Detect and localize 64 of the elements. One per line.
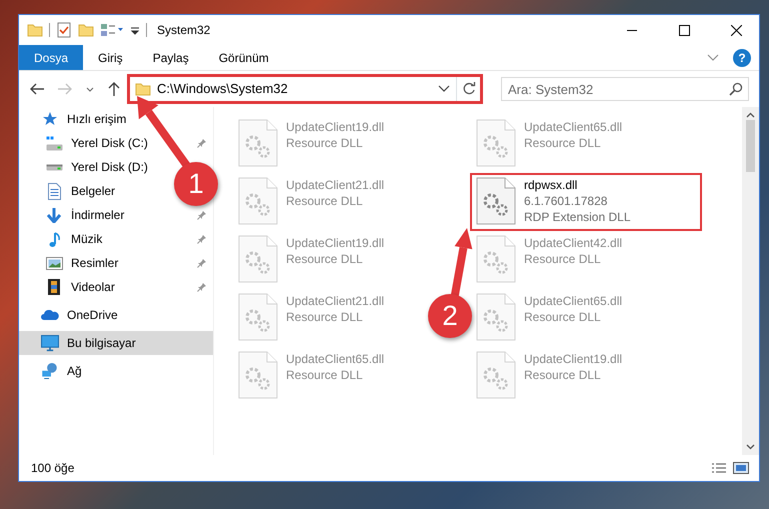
drive-icon (46, 136, 62, 150)
sidebar-item[interactable]: Hızlı erişim (19, 107, 132, 131)
star-icon (41, 111, 59, 127)
sidebar-item[interactable]: Yerel Disk (D:) (19, 155, 154, 179)
film-icon (48, 279, 60, 295)
file-detail: Resource DLL (286, 193, 364, 209)
sidebar-item[interactable]: Resimler (19, 251, 213, 275)
window-title: System32 (157, 22, 210, 39)
maximize-icon[interactable] (678, 24, 690, 36)
sidebar-item[interactable]: Belgeler (19, 179, 122, 203)
checklist-icon[interactable] (56, 22, 72, 38)
file-detail: Resource DLL (524, 367, 602, 383)
drive-icon (46, 164, 62, 170)
sidebar-item[interactable]: Bu bilgisayar (19, 331, 213, 355)
file-detail: Resource DLL (286, 135, 364, 151)
ribbon-tab[interactable]: Giriş (83, 45, 138, 70)
large-icons-view-icon[interactable] (733, 462, 749, 474)
caret-icon[interactable] (86, 86, 94, 92)
customize-dropdown-icon[interactable] (130, 25, 140, 35)
sidebar-item[interactable]: OneDrive (19, 303, 124, 327)
dll-file-icon (476, 177, 516, 225)
scroll-down-icon[interactable] (746, 444, 755, 450)
sidebar-item[interactable]: Videolar (19, 275, 213, 299)
scroll-up-icon[interactable] (746, 112, 755, 118)
file-detail: 6.1.7601.17828 (524, 193, 608, 209)
sidebar-item[interactable]: Yerel Disk (C:) (19, 131, 213, 155)
highlighted-file-item[interactable]: rdpwsx.dll 6.1.7601.17828 RDP Extension DLL (472, 175, 700, 229)
dropdown-icon[interactable] (438, 85, 450, 93)
address-path: C:\Windows\System32 (157, 80, 289, 98)
file-detail: Resource DLL (524, 309, 602, 325)
file-menu-button[interactable]: Dosya (19, 45, 84, 70)
up-arrow-icon[interactable] (108, 82, 120, 96)
file-detail: Resource DLL (524, 135, 602, 151)
file-detail: Resource DLL (524, 251, 602, 267)
folder-icon (135, 81, 151, 97)
monitor-icon (41, 334, 59, 352)
address-bar[interactable]: C:\Windows\System32 (129, 76, 481, 102)
details-view-icon[interactable] (711, 462, 727, 474)
file-detail: Resource DLL (286, 251, 364, 267)
cloud-icon (41, 310, 59, 320)
download-icon (46, 207, 62, 223)
item-count: 100 öğe (31, 460, 76, 477)
file-detail: RDP Extension DLL (524, 209, 630, 225)
search-field[interactable]: Ara: System32 (501, 77, 749, 101)
vertical-scrollbar[interactable] (742, 107, 759, 455)
close-icon[interactable] (730, 24, 742, 36)
sidebar-item[interactable]: İndirmeler (19, 203, 213, 227)
file-name: rdpwsx.dll (524, 177, 578, 193)
help-icon[interactable]: ? (733, 48, 751, 66)
ribbon-tab[interactable]: Görünüm (204, 45, 284, 70)
view-options-icon[interactable] (100, 22, 124, 38)
document-icon (48, 182, 60, 200)
expand-ribbon-icon[interactable] (707, 54, 719, 62)
back-arrow-icon[interactable] (30, 83, 44, 95)
network-icon (42, 363, 58, 379)
picture-icon (46, 256, 62, 270)
ribbon-tab[interactable]: Paylaş (138, 45, 204, 70)
file-detail: Resource DLL (286, 309, 364, 325)
sidebar-item[interactable]: Müzik (19, 227, 213, 251)
sidebar-item[interactable]: Ağ (19, 359, 88, 383)
refresh-icon[interactable] (462, 82, 476, 96)
file-detail: Resource DLL (286, 367, 364, 383)
music-note-icon (48, 232, 60, 246)
scroll-thumb[interactable] (746, 120, 755, 172)
